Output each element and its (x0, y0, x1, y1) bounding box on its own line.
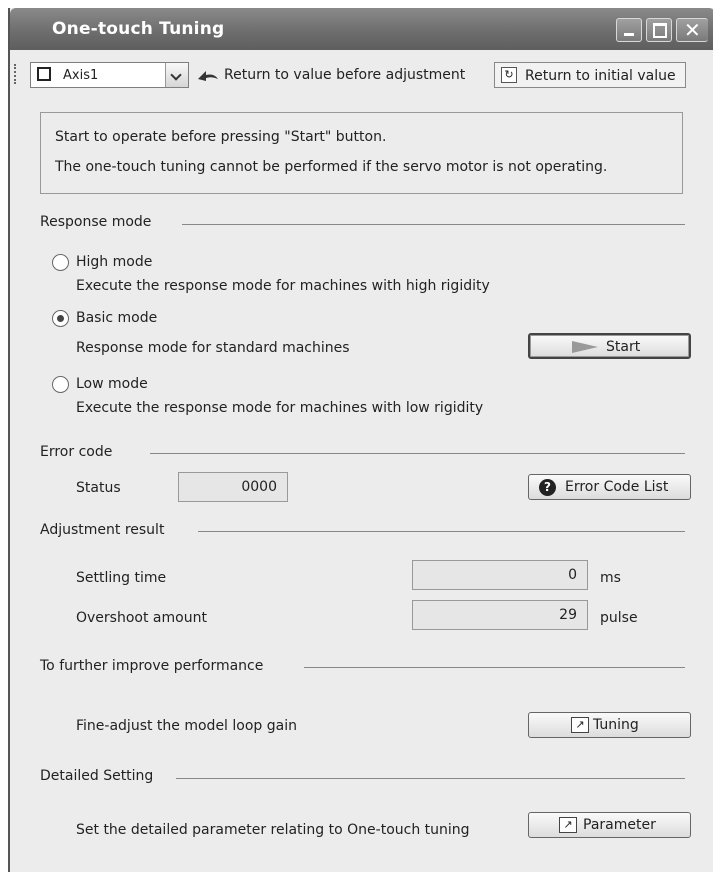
divider (198, 531, 685, 532)
settling-time-field: 0 (412, 560, 588, 590)
error-code-heading: Error code (40, 444, 113, 460)
tuning-button[interactable]: ↗ Tuning (528, 712, 691, 738)
notice-line-2: The one-touch tuning cannot be performed… (55, 159, 608, 175)
undo-arrow-icon (198, 71, 218, 81)
notice-box: Start to operate before pressing "Start"… (40, 112, 683, 194)
divider (182, 224, 685, 225)
parameter-button[interactable]: ↗ Parameter (528, 812, 691, 838)
maximize-icon[interactable] (646, 18, 672, 42)
divider (304, 667, 685, 668)
divider (150, 453, 685, 454)
notice-line-1: Start to operate before pressing "Start"… (55, 129, 387, 145)
overshoot-amount-label: Overshoot amount (76, 610, 207, 626)
main-content: Start to operate before pressing "Start"… (10, 98, 713, 872)
low-mode-radio[interactable] (52, 376, 69, 393)
status-value-field: 0000 (178, 472, 288, 502)
settling-time-label: Settling time (76, 570, 167, 586)
window-title: One-touch Tuning (52, 19, 225, 39)
divider (176, 778, 685, 779)
error-code-list-button[interactable]: ? Error Code List (528, 474, 691, 500)
low-mode-label[interactable]: Low mode (76, 376, 148, 392)
improve-description: Fine-adjust the model loop gain (76, 718, 297, 734)
return-initial-value-label: Return to initial value (525, 68, 676, 84)
return-before-adjustment-label: Return to value before adjustment (224, 67, 466, 83)
overshoot-amount-unit: pulse (600, 610, 638, 626)
external-link-icon: ↗ (559, 817, 577, 833)
question-icon: ? (539, 479, 556, 496)
toolbar: Axis1 Return to value before adjustment … (10, 52, 713, 99)
detailed-description: Set the detailed parameter relating to O… (76, 822, 470, 838)
improve-performance-heading: To further improve performance (40, 658, 264, 674)
high-mode-label[interactable]: High mode (76, 254, 152, 270)
chevron-down-icon[interactable] (165, 63, 188, 87)
high-mode-description: Execute the response mode for machines w… (76, 278, 490, 294)
axis-square-icon (37, 67, 51, 81)
play-icon (572, 341, 598, 353)
axis-select-value: Axis1 (63, 68, 99, 83)
reset-icon: ↻ (501, 67, 517, 83)
one-touch-tuning-window: One-touch Tuning ✕ Axis1 Return to value… (8, 8, 713, 872)
minimize-icon[interactable] (616, 18, 642, 42)
low-mode-description: Execute the response mode for machines w… (76, 400, 484, 416)
external-link-icon: ↗ (571, 717, 589, 733)
response-mode-heading: Response mode (40, 214, 152, 230)
high-mode-radio[interactable] (52, 254, 69, 271)
return-before-adjustment-button[interactable]: Return to value before adjustment (196, 62, 465, 88)
status-label: Status (76, 480, 121, 496)
error-code-list-label: Error Code List (565, 479, 669, 495)
basic-mode-description: Response mode for standard machines (76, 340, 350, 356)
parameter-button-label: Parameter (583, 817, 656, 833)
overshoot-amount-field: 29 (412, 600, 588, 630)
settling-time-unit: ms (600, 570, 621, 586)
close-icon[interactable]: ✕ (676, 18, 708, 42)
start-button-label: Start (606, 339, 641, 355)
toolbar-grip-icon[interactable] (14, 64, 19, 84)
title-bar[interactable]: One-touch Tuning ✕ (10, 8, 713, 50)
adjustment-result-heading: Adjustment result (40, 522, 165, 538)
basic-mode-label[interactable]: Basic mode (76, 310, 157, 326)
start-button[interactable]: Start (528, 333, 691, 359)
return-initial-value-button[interactable]: ↻ Return to initial value (494, 62, 686, 88)
basic-mode-radio[interactable] (52, 310, 69, 327)
axis-select[interactable]: Axis1 (30, 62, 189, 88)
tuning-button-label: Tuning (593, 717, 639, 733)
detailed-setting-heading: Detailed Setting (40, 768, 154, 784)
